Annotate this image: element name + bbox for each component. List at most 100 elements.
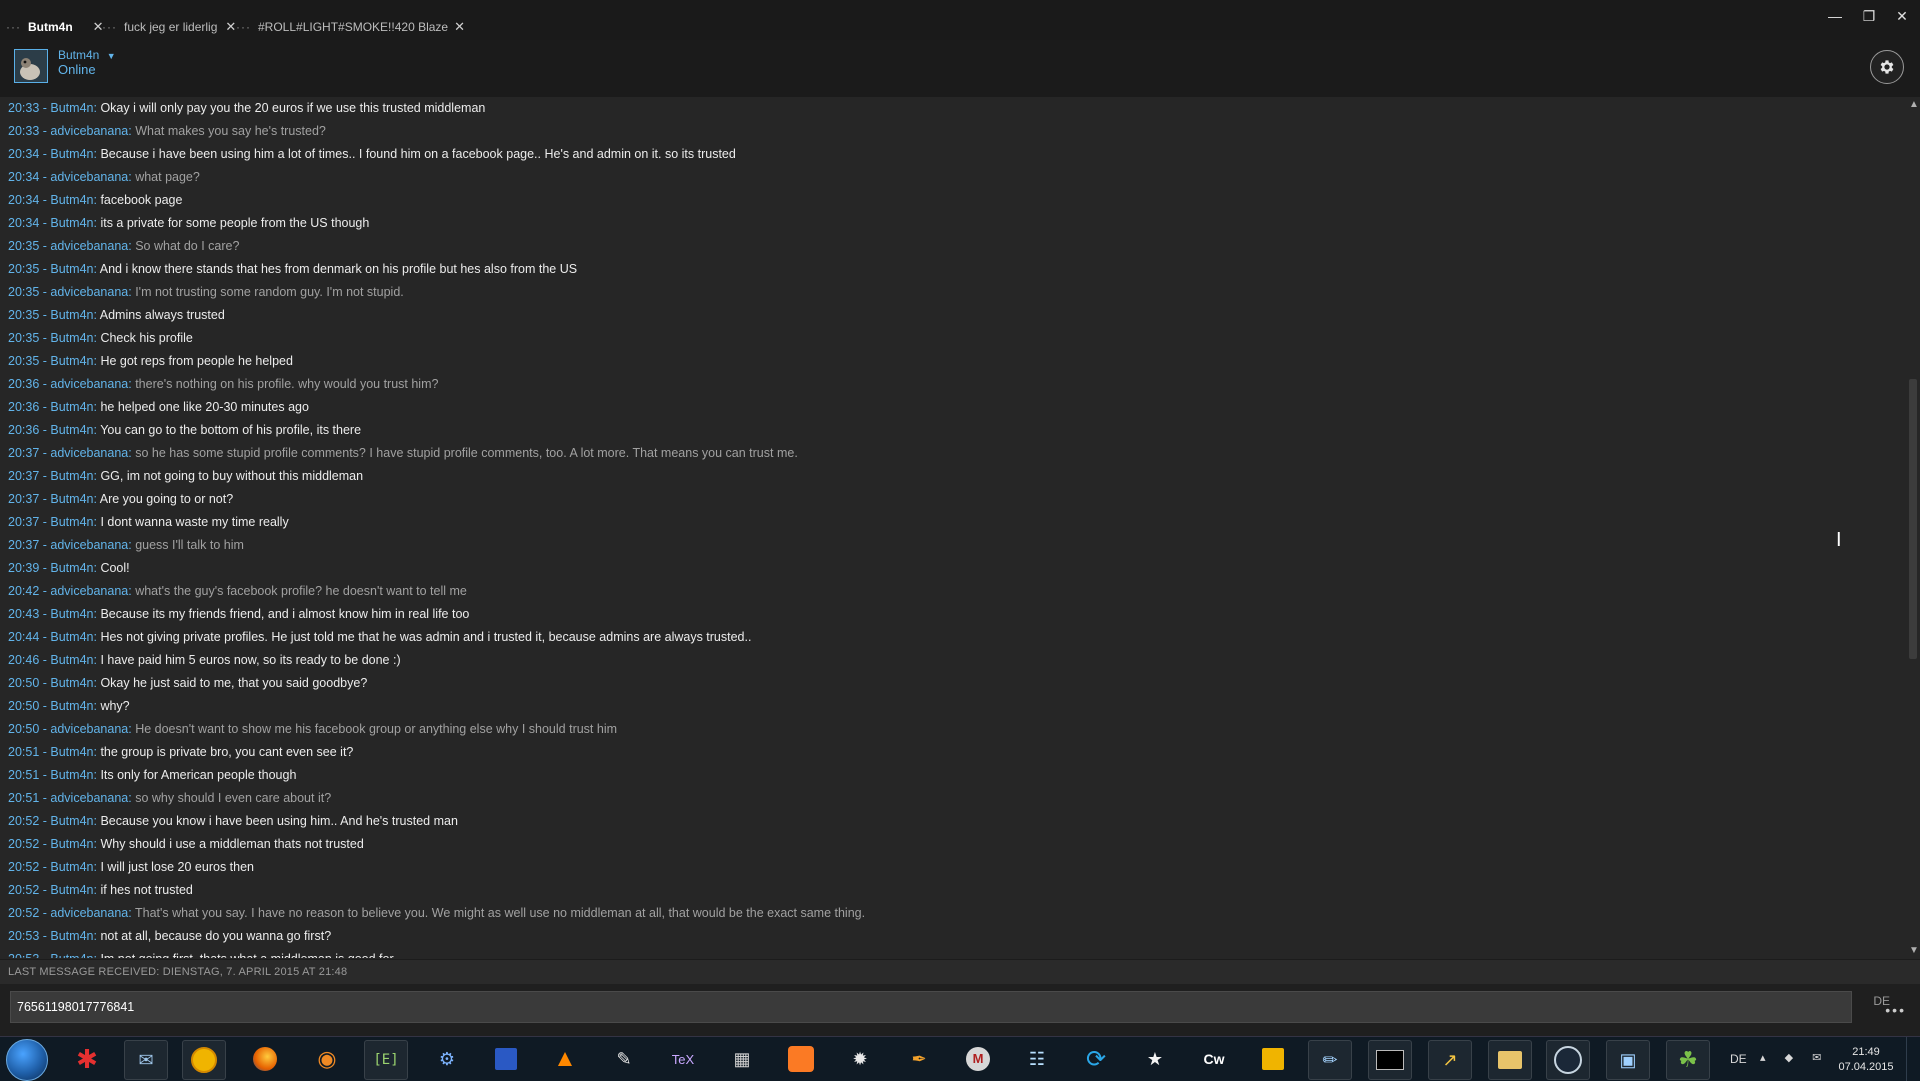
message-author[interactable]: Butm4n [50, 216, 93, 230]
username[interactable]: Butm4n ▼ [58, 48, 116, 62]
tab-butm4n[interactable]: ··· Butm4n ✕ [6, 17, 104, 37]
message-author[interactable]: Butm4n [50, 423, 93, 437]
message-author[interactable]: Butm4n [50, 653, 93, 667]
scroll-up-icon[interactable]: ▲ [1909, 99, 1919, 110]
message-author[interactable]: Butm4n [50, 630, 93, 644]
message-author[interactable]: Butm4n [50, 469, 93, 483]
tab-fuck-jeg-er-liderlig[interactable]: ··· fuck jeg er liderlig ✕ [102, 17, 236, 37]
message-author[interactable]: Butm4n [50, 814, 93, 828]
message-author[interactable]: advicebanana [50, 377, 128, 391]
message-text: He got reps from people he helped [100, 354, 293, 368]
cw-app-icon[interactable]: Cw [1193, 1040, 1235, 1078]
document-app-icon[interactable]: ☷ [1016, 1040, 1058, 1078]
cat-app-icon[interactable]: ★ [1134, 1040, 1176, 1078]
chrome-canary-icon[interactable] [182, 1040, 226, 1080]
terminal-icon[interactable] [1368, 1040, 1412, 1080]
minimize-button[interactable]: — [1821, 5, 1849, 27]
message-author[interactable]: Butm4n [50, 699, 93, 713]
chart-app-icon[interactable]: ↗ [1428, 1040, 1472, 1080]
show-desktop-button[interactable] [1906, 1037, 1920, 1081]
message-author[interactable]: Butm4n [50, 354, 93, 368]
message-author[interactable]: advicebanana [50, 584, 128, 598]
message-author[interactable]: advicebanana [50, 791, 128, 805]
restore-button[interactable]: ❐ [1855, 5, 1883, 27]
message-author[interactable]: Butm4n [50, 768, 93, 782]
network-tool-icon[interactable]: ⚙ [426, 1040, 468, 1078]
message-row: 20:35 - advicebanana: So what do I care? [0, 235, 1906, 258]
message-time: 20:46 [8, 653, 40, 667]
settings-button[interactable] [1870, 50, 1904, 84]
notes-app-icon[interactable]: ✏ [1308, 1040, 1352, 1080]
message-author[interactable]: Butm4n [50, 262, 93, 276]
notepad-icon[interactable]: ✎ [603, 1040, 645, 1078]
message-author[interactable]: Butm4n [50, 492, 93, 506]
grid-app-icon[interactable]: ▦ [721, 1040, 763, 1078]
avatar[interactable] [14, 49, 48, 83]
message-text: Okay i will only pay you the 20 euros if… [100, 101, 486, 115]
tab-roll-light-smoke[interactable]: ··· #ROLL#LIGHT#SMOKE!!420 Blaze ✕ [236, 17, 465, 37]
xampp-icon[interactable] [780, 1040, 822, 1078]
message-author[interactable]: Butm4n [50, 308, 93, 322]
message-author[interactable]: Butm4n [50, 745, 93, 759]
message-author[interactable]: advicebanana [50, 239, 128, 253]
sync-app-icon[interactable]: ⟳ [1075, 1040, 1117, 1078]
message-author[interactable]: Butm4n [50, 676, 93, 690]
message-author[interactable]: advicebanana [50, 538, 128, 552]
control-panel-icon[interactable]: ▣ [1606, 1040, 1650, 1080]
tab-menu-dots[interactable]: ··· [102, 20, 117, 34]
tab-menu-dots[interactable]: ··· [6, 20, 21, 34]
message-author[interactable]: Butm4n [50, 952, 93, 958]
keyboard-language[interactable]: DE [1730, 1052, 1747, 1066]
tree-app-icon[interactable]: ☘ [1666, 1040, 1710, 1080]
message-author[interactable]: Butm4n [50, 607, 93, 621]
tab-menu-dots[interactable]: ··· [236, 20, 251, 34]
message-author[interactable]: Butm4n [50, 101, 93, 115]
message-author[interactable]: advicebanana [50, 446, 128, 460]
message-author[interactable]: Butm4n [50, 561, 93, 575]
mail-app-icon[interactable]: ✉ [124, 1040, 168, 1080]
file-explorer-icon[interactable] [1488, 1040, 1532, 1080]
close-icon[interactable]: ✕ [225, 19, 236, 35]
message-author[interactable]: advicebanana [50, 906, 128, 920]
steam-icon[interactable] [1546, 1040, 1590, 1080]
save-disk-icon[interactable] [485, 1040, 527, 1078]
message-author[interactable]: Butm4n [50, 331, 93, 345]
system-tray-icons[interactable]: ▴ ◆ ✉ [1760, 1051, 1829, 1064]
close-window-button[interactable]: ✕ [1888, 5, 1916, 27]
message-author[interactable]: advicebanana [50, 124, 128, 138]
message-list[interactable]: 20:33 - Butm4n: Okay i will only pay you… [0, 97, 1906, 958]
start-button[interactable] [6, 1039, 48, 1081]
more-options-icon[interactable]: ••• [1885, 1002, 1906, 1018]
message-row: 20:53 - Butm4n: not at all, because do y… [0, 925, 1906, 948]
scroll-down-icon[interactable]: ▼ [1909, 945, 1919, 956]
message-author[interactable]: Butm4n [50, 929, 93, 943]
message-author[interactable]: Butm4n [50, 515, 93, 529]
message-text: Okay he just said to me, that you said g… [100, 676, 368, 690]
tex-app-icon[interactable]: TeX [662, 1040, 704, 1078]
message-author[interactable]: advicebanana [50, 285, 128, 299]
blender-icon[interactable]: ◉ [306, 1040, 348, 1078]
chevron-down-icon[interactable]: ▼ [107, 51, 116, 61]
clock[interactable]: 21:49 07.04.2015 [1836, 1045, 1896, 1075]
message-author[interactable]: Butm4n [50, 147, 93, 161]
scroll-thumb[interactable] [1909, 379, 1917, 659]
apps-grid-icon[interactable] [1252, 1040, 1294, 1078]
chat-input[interactable] [10, 991, 1852, 1023]
message-author[interactable]: Butm4n [50, 860, 93, 874]
pen-tool-icon[interactable]: ✒ [898, 1040, 940, 1078]
message-author[interactable]: advicebanana [50, 722, 128, 736]
message-time: 20:39 [8, 561, 40, 575]
message-author[interactable]: Butm4n [50, 193, 93, 207]
close-icon[interactable]: ✕ [454, 19, 465, 35]
message-author[interactable]: Butm4n [50, 837, 93, 851]
message-author[interactable]: Butm4n [50, 400, 93, 414]
firefox-icon[interactable] [244, 1040, 286, 1078]
editor-app-icon[interactable]: [E] [364, 1040, 408, 1080]
red-star-app-icon[interactable]: ✱ [66, 1040, 108, 1078]
message-scrollbar[interactable]: ▲ ▼ [1906, 97, 1920, 958]
vlc-icon[interactable]: ▲ [544, 1040, 586, 1078]
message-author[interactable]: advicebanana [50, 170, 128, 184]
m-app-icon[interactable]: M [957, 1040, 999, 1078]
message-author[interactable]: Butm4n [50, 883, 93, 897]
paint-tool-icon[interactable]: ✹ [839, 1040, 881, 1078]
